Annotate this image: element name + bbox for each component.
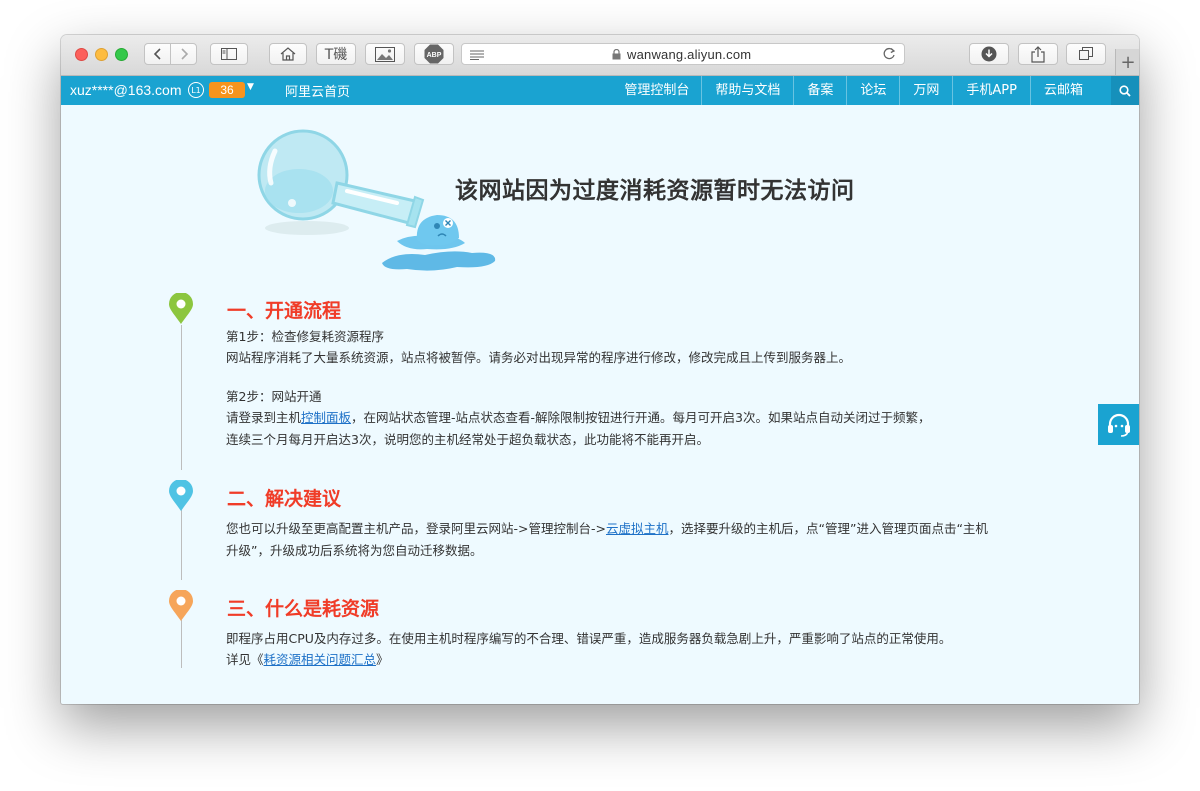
minimize-window-button[interactable]: [95, 48, 108, 61]
share-icon: [1031, 45, 1045, 63]
control-panel-link[interactable]: 控制面板: [301, 410, 351, 425]
nav-link-beian[interactable]: 备案: [793, 76, 846, 105]
headset-icon: [1107, 413, 1130, 437]
customer-support-button[interactable]: [1098, 404, 1139, 445]
see-more-post: 》: [376, 652, 389, 667]
timeline-line-3: [181, 620, 182, 668]
suggestion-text-line2: 升级”，升级成功后系统将为您自动迁移数据。: [226, 543, 483, 558]
location-pin-icon: [169, 590, 193, 621]
section-title-process: 一、开通流程: [227, 300, 342, 322]
download-icon: [981, 46, 997, 62]
new-tab-button[interactable]: +: [1115, 49, 1139, 75]
timeline-line-1: [181, 325, 182, 470]
browser-toolbar: T磯 ABP wanwang.aliyun.com +: [61, 35, 1139, 76]
nav-link-console[interactable]: 管理控制台: [611, 76, 701, 105]
suggestion-text-post: ，选择要升级的主机后，点“管理”进入管理页面点击“主机: [668, 521, 988, 536]
font-button[interactable]: T磯: [316, 43, 356, 65]
back-button[interactable]: [144, 43, 171, 65]
share-button[interactable]: [1018, 43, 1058, 65]
search-button[interactable]: [1111, 76, 1139, 105]
step1-label: 第1步：检查修复耗资源程序: [226, 329, 384, 344]
see-more-text: 详见《耗资源相关问题汇总》: [226, 649, 389, 670]
see-more-pre: 详见《: [226, 652, 264, 667]
step2-text-line2: 连续三个月每月开启达3次，说明您的主机经常处于超负载状态，此功能将不能再开启。: [226, 432, 709, 447]
suggestion-text-pre: 您也可以升级至更高配置主机产品，登录阿里云网站->管理控制台->: [226, 521, 606, 536]
downloads-button[interactable]: [969, 43, 1009, 65]
page-title: 该网站因为过度消耗资源暂时无法访问: [455, 178, 855, 204]
adblock-icon: ABP: [424, 44, 444, 64]
virtual-host-link[interactable]: 云虚拟主机: [606, 521, 669, 536]
reload-icon[interactable]: [882, 47, 896, 61]
step1-text: 网站程序消耗了大量系统资源，站点将被暂停。请务必对出现异常的程序进行修改，修改完…: [226, 350, 852, 365]
new-tab-icon: +: [1120, 51, 1136, 73]
svg-text:ABP: ABP: [427, 52, 442, 59]
zoom-window-button[interactable]: [115, 48, 128, 61]
browser-window: T磯 ABP wanwang.aliyun.com + xuz****@163.…: [61, 35, 1139, 704]
what-is-text: 即程序占用CPU及内存过多。在使用主机时程序编写的不合理、错误严重，造成服务器负…: [226, 631, 952, 646]
site-navbar: xuz****@163.com L1 36 ▼ 阿里云首页 管理控制台 帮助与文…: [61, 76, 1139, 105]
font-icon: T磯: [324, 47, 348, 63]
section-title-suggestion: 二、解决建议: [227, 488, 342, 510]
step2-text-post: ，在网站状态管理-站点状态查看-解除限制按钮进行开通。每月可开启3次。如果站点自…: [351, 410, 931, 425]
nav-link-mail[interactable]: 云邮箱: [1029, 76, 1111, 105]
back-icon: [153, 48, 161, 60]
close-window-button[interactable]: [75, 48, 88, 61]
user-account-link[interactable]: xuz****@163.com: [70, 82, 182, 98]
location-pin-icon: [169, 480, 193, 511]
points-badge[interactable]: 36: [209, 82, 245, 98]
nav-links: 管理控制台 帮助与文档 备案 论坛 万网 手机APP 云邮箱: [611, 76, 1139, 105]
suggestion-text: 您也可以升级至更高配置主机产品，登录阿里云网站->管理控制台->云虚拟主机，选择…: [226, 518, 988, 539]
nav-link-help[interactable]: 帮助与文档: [701, 76, 793, 105]
chevron-down-icon[interactable]: ▼: [247, 82, 254, 92]
image-button[interactable]: [365, 43, 405, 65]
tabs-icon: [1079, 47, 1093, 60]
step2-text: 请登录到主机控制面板，在网站状态管理-站点状态查看-解除限制按钮进行开通。每月可…: [226, 407, 931, 428]
home-icon: [280, 47, 296, 61]
forward-button[interactable]: [170, 43, 197, 65]
nav-link-mobile-app[interactable]: 手机APP: [952, 76, 1030, 105]
nav-link-wanwang[interactable]: 万网: [899, 76, 952, 105]
resource-faq-link[interactable]: 耗资源相关问题汇总: [264, 652, 377, 667]
level-badge: L1: [188, 82, 204, 98]
tabs-button[interactable]: [1066, 43, 1106, 65]
home-button[interactable]: [269, 43, 307, 65]
sidebar-icon: [221, 48, 237, 60]
section-title-what-is: 三、什么是耗资源: [227, 598, 380, 620]
adblock-button[interactable]: ABP: [414, 43, 454, 65]
reader-icon[interactable]: [470, 50, 484, 60]
step2-label: 第2步：网站开通: [226, 389, 322, 404]
location-pin-icon: [169, 293, 193, 324]
address-bar[interactable]: wanwang.aliyun.com: [461, 43, 905, 65]
nav-link-forum[interactable]: 论坛: [846, 76, 899, 105]
forward-icon: [180, 48, 188, 60]
image-icon: [375, 46, 395, 62]
url-text: wanwang.aliyun.com: [627, 47, 752, 62]
lock-icon: [612, 49, 621, 60]
aliyun-home-link[interactable]: 阿里云首页: [285, 81, 350, 100]
search-icon: [1119, 84, 1131, 97]
timeline-line-2: [181, 510, 182, 580]
step2-text-pre: 请登录到主机: [226, 410, 302, 425]
sidebar-button[interactable]: [210, 43, 248, 65]
